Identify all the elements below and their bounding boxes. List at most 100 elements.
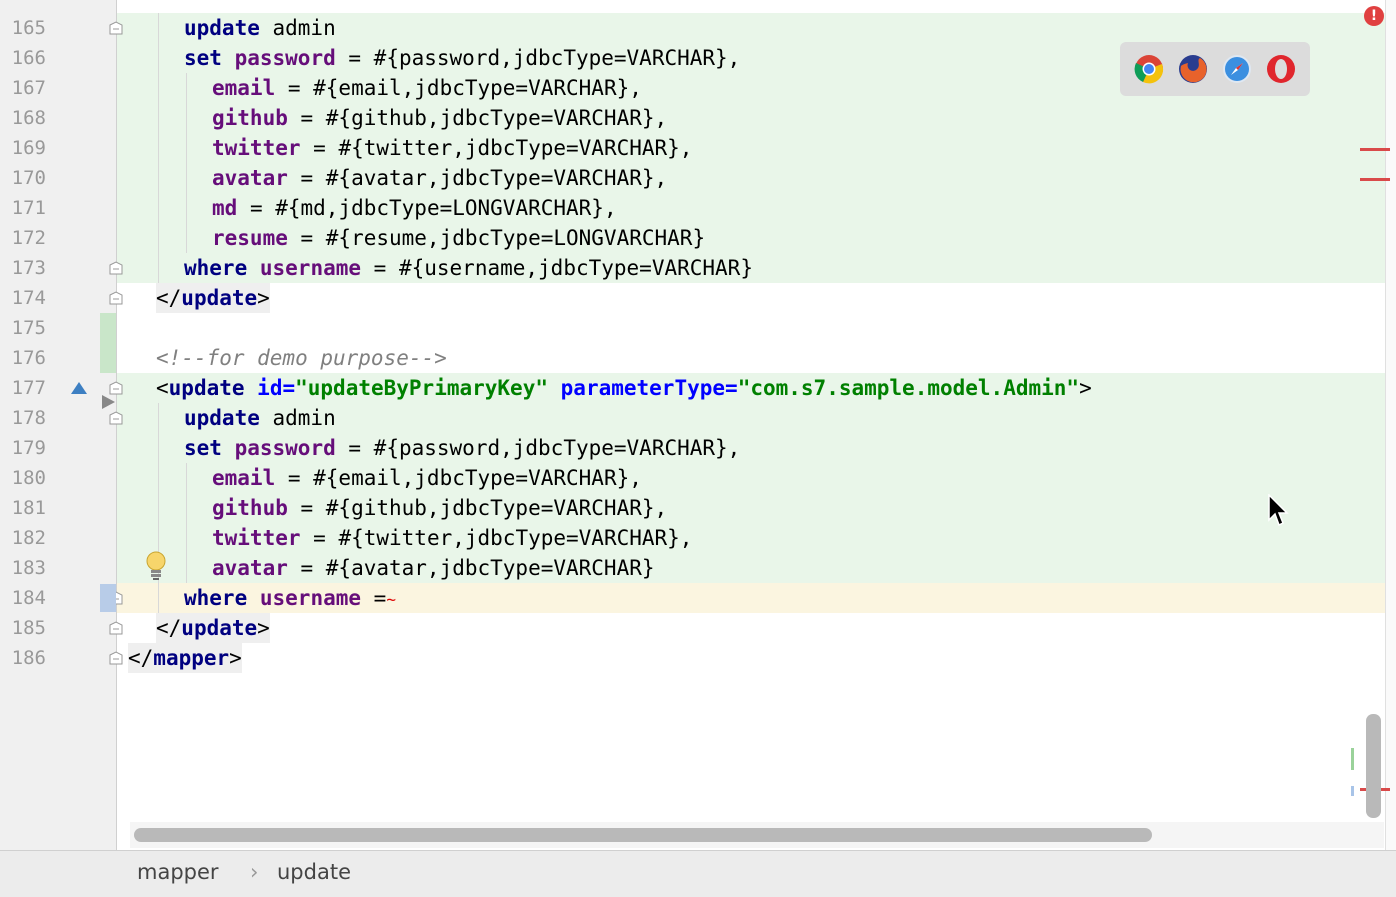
code-token: where [184, 256, 248, 280]
breadcrumb-separator: › [250, 860, 259, 884]
indent-guide [186, 73, 187, 253]
code-line[interactable]: avatar = #{avatar,jdbcType=VARCHAR}, [117, 163, 1396, 193]
breadcrumb-item-mapper[interactable]: mapper [137, 860, 219, 884]
line-number: 174 [11, 287, 46, 309]
code-token: = #{email,jdbcType=VARCHAR}, [275, 466, 642, 490]
code-token: update [181, 286, 258, 310]
fold-marker-icon[interactable] [109, 291, 123, 305]
code-line[interactable] [117, 313, 1396, 343]
code-token: "com.s7.sample.model.Admin" [737, 376, 1080, 400]
firefox-icon[interactable] [1178, 54, 1208, 84]
error-stripe[interactable] [1385, 0, 1396, 850]
code-token: avatar [212, 166, 288, 190]
code-token: = #{github,jdbcType=VARCHAR}, [287, 496, 668, 520]
code-line[interactable]: where username =~ [117, 583, 1396, 613]
code-token: where [184, 586, 248, 610]
line-number: 168 [11, 107, 46, 129]
code-token: set [184, 436, 222, 460]
code-token: twitter [212, 526, 301, 550]
browser-preview-bar [1120, 42, 1310, 96]
safari-icon[interactable] [1222, 54, 1252, 84]
vcs-change-marker[interactable] [100, 313, 116, 343]
run-arrow-icon[interactable] [100, 394, 116, 410]
code-token: admin [259, 406, 336, 430]
code-line[interactable]: <update id="updateByPrimaryKey" paramete… [117, 373, 1396, 403]
code-line[interactable]: twitter = #{twitter,jdbcType=VARCHAR}, [117, 523, 1396, 553]
code-line[interactable]: md = #{md,jdbcType=LONGVARCHAR}, [117, 193, 1396, 223]
horizontal-scrollbar-thumb[interactable] [134, 828, 1152, 842]
breadcrumb-item-update[interactable]: update [277, 860, 351, 884]
code-line[interactable]: update admin [117, 403, 1396, 433]
line-number: 184 [11, 587, 46, 609]
code-text: </update> [156, 613, 270, 643]
code-line[interactable]: </update> [117, 283, 1396, 313]
code-token: = #{username,jdbcType=VARCHAR} [361, 256, 753, 280]
line-number: 173 [11, 257, 46, 279]
code-token: password [234, 46, 336, 70]
line-number: 169 [11, 137, 46, 159]
line-number: 170 [11, 167, 46, 189]
fold-marker-icon[interactable] [109, 411, 123, 425]
line-number: 175 [11, 317, 46, 339]
code-token: password [234, 436, 336, 460]
lightbulb-icon[interactable] [145, 550, 167, 582]
code-token: update [184, 406, 260, 430]
code-line[interactable]: <!--for demo purpose--> [117, 343, 1396, 373]
code-text: <update id="updateByPrimaryKey" paramete… [156, 373, 1092, 403]
opera-icon[interactable] [1266, 54, 1296, 84]
mouse-cursor-icon [1268, 494, 1289, 527]
line-number: 167 [11, 77, 46, 99]
code-text: email = #{email,jdbcType=VARCHAR}, [212, 463, 642, 493]
code-line[interactable]: </update> [117, 613, 1396, 643]
code-line[interactable]: github = #{github,jdbcType=VARCHAR}, [117, 493, 1396, 523]
code-line[interactable]: set password = #{password,jdbcType=VARCH… [117, 433, 1396, 463]
code-line[interactable]: where username = #{username,jdbcType=VAR… [117, 253, 1396, 283]
change-stripe-mark [1351, 786, 1354, 796]
code-token: update [181, 616, 258, 640]
code-editor[interactable]: update admin set password = #{password,jd… [117, 0, 1396, 850]
error-indicator-icon[interactable]: ! [1364, 6, 1384, 26]
code-token: email [212, 76, 276, 100]
vcs-change-marker[interactable] [100, 584, 116, 612]
fold-marker-icon[interactable] [109, 261, 123, 275]
code-line[interactable]: twitter = #{twitter,jdbcType=VARCHAR}, [117, 133, 1396, 163]
code-token: = #{github,jdbcType=VARCHAR}, [287, 106, 668, 130]
code-token: parameterType [560, 376, 726, 400]
code-line[interactable]: email = #{email,jdbcType=VARCHAR}, [117, 463, 1396, 493]
code-token: > [257, 286, 270, 310]
code-line[interactable]: </mapper> [117, 643, 1396, 673]
code-token: update [184, 16, 260, 40]
chrome-icon[interactable] [1134, 54, 1164, 84]
fold-marker-icon[interactable] [109, 651, 123, 665]
code-token: = [361, 586, 387, 610]
code-token: github [212, 496, 288, 520]
line-number: 183 [11, 557, 46, 579]
line-number: 171 [11, 197, 46, 219]
error-stripe-mark[interactable] [1360, 178, 1390, 181]
code-token: = [282, 376, 296, 400]
code-line[interactable]: avatar = #{avatar,jdbcType=VARCHAR} [117, 553, 1396, 583]
editor-gutter: 165 166 167 168 169 170 171 172 173 174 175 176 177 1… [0, 0, 117, 850]
fold-marker-icon[interactable] [109, 621, 123, 635]
code-token: = #{password,jdbcType=VARCHAR}, [335, 46, 741, 70]
vcs-change-marker[interactable] [100, 343, 116, 373]
line-number: 176 [11, 347, 46, 369]
code-token: email [212, 466, 276, 490]
implements-arrow-icon[interactable] [70, 381, 88, 395]
error-stripe-mark[interactable] [1360, 148, 1390, 151]
vertical-scrollbar-thumb[interactable] [1366, 714, 1381, 818]
code-line[interactable]: update admin [117, 13, 1396, 43]
code-token: username [259, 586, 362, 610]
line-number: 186 [11, 647, 46, 669]
code-token: = [725, 376, 738, 400]
horizontal-scrollbar[interactable] [130, 822, 1384, 848]
code-line[interactable]: github = #{github,jdbcType=VARCHAR}, [117, 103, 1396, 133]
fold-marker-icon[interactable] [109, 381, 123, 395]
line-number: 165 [11, 17, 46, 39]
code-token: update [168, 376, 245, 400]
fold-marker-icon[interactable] [109, 21, 123, 35]
code-line[interactable]: resume = #{resume,jdbcType=LONGVARCHAR} [117, 223, 1396, 253]
code-text: github = #{github,jdbcType=VARCHAR}, [212, 103, 667, 133]
code-token: md [212, 196, 238, 220]
